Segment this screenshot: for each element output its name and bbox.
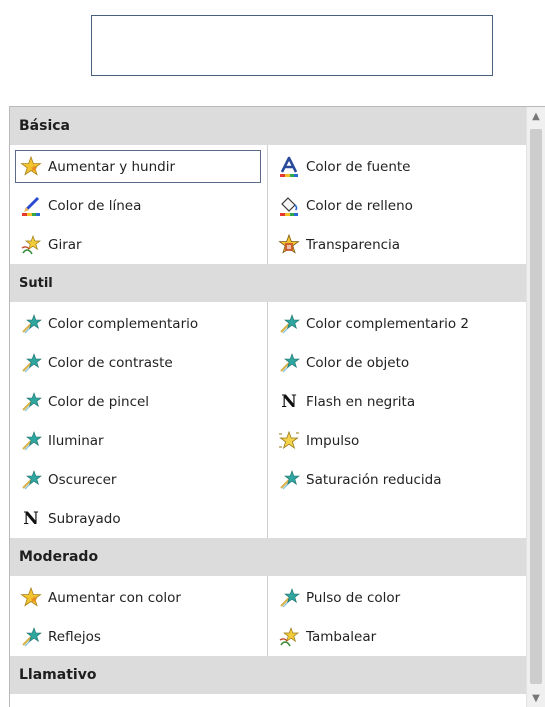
effect-item[interactable]: N Flash en negrita [268,382,526,421]
effect-item[interactable]: Girar [10,225,267,264]
section-grid: Color complementario Color de contraste Co… [10,302,527,538]
effect-item[interactable]: Color de objeto [268,343,526,382]
effect-label: Color de relleno [306,197,413,214]
effect-label: Girar [48,236,82,253]
selected-effect-highlight: Aumentar y hundir [15,150,261,183]
effect-item[interactable]: Saturación reducida [268,460,526,499]
effect-item[interactable]: Iluminar [10,421,267,460]
effect-item[interactable]: N Subrayado [10,499,267,538]
star-effect-icon [20,626,42,648]
effect-item[interactable]: Color complementario [10,304,267,343]
effect-label: Pulso de color [306,589,401,606]
right-column: Pulso de color Tambalear [268,576,526,656]
effect-item[interactable]: Tambalear [268,617,526,656]
effect-label: Color de objeto [306,354,410,371]
left-column: Aumentar con color Reflejos [10,576,268,656]
fill-color-icon [278,195,300,217]
scroll-up-arrow-icon[interactable]: ▲ [527,107,545,126]
transparency-icon [278,233,300,256]
effect-label: Impulso [306,432,360,449]
section-header: Básica [10,107,527,145]
star-effect-icon [20,469,42,491]
effect-label: Color de línea [48,197,142,214]
effect-item[interactable]: Transparencia [268,225,526,264]
effect-label: Saturación reducida [306,471,442,488]
right-column: Color complementario 2 Color de objeto N Fl… [268,302,526,538]
bold-n-icon: N [23,508,39,529]
section-header: Sutil [10,264,527,302]
effect-item[interactable]: Pulso de color [268,578,526,617]
star-effect-icon [278,313,300,335]
effect-label: Color complementario 2 [306,315,470,332]
effect-item[interactable]: Color de línea [10,186,267,225]
star-effect-icon [20,352,42,374]
star-effect-icon [20,313,42,335]
effect-label: Oscurecer [48,471,117,488]
effect-label: Transparencia [306,236,401,253]
scroll-down-arrow-icon[interactable]: ▼ [527,689,545,707]
effect-item[interactable]: Reflejos [10,617,267,656]
effect-label: Iluminar [48,432,104,449]
effect-item[interactable]: Color de pincel [10,382,267,421]
grow-shrink-icon [20,155,42,178]
effect-label: Reflejos [48,628,101,645]
spin-icon [20,234,42,256]
section-header: Llamativo [10,656,527,694]
star-effect-icon [20,430,42,452]
effect-item[interactable]: Color de contraste [10,343,267,382]
effect-label: Color complementario [48,315,199,332]
effect-item[interactable]: Aumentar con color [10,578,267,617]
effect-item[interactable]: Aumentar y hundir [10,147,267,186]
left-column: Aumentar y hundir Color de línea Girar [10,145,268,264]
effect-item[interactable]: Impulso [268,421,526,460]
effect-preview-box [91,15,493,76]
effect-item[interactable]: Oscurecer [10,460,267,499]
effect-label: Aumentar y hundir [48,158,176,175]
pulse-star-icon [278,430,300,452]
effect-label: Flash en negrita [306,393,416,410]
section-grid: Aumentar con color Reflejos Pulso de color… [10,576,527,656]
effects-list: Básica Aumentar y hundir Color de línea Gir… [10,107,527,694]
effect-label: Color de contraste [48,354,173,371]
section-header: Moderado [10,538,527,576]
section-grid: Aumentar y hundir Color de línea Girar Colo… [10,145,527,264]
effects-list-panel: Básica Aumentar y hundir Color de línea Gir… [9,106,545,707]
star-effect-icon [278,469,300,491]
effect-item[interactable]: Color complementario 2 [268,304,526,343]
effect-label: Color de pincel [48,393,150,410]
effect-label: Color de fuente [306,158,411,175]
spin-icon [278,626,300,648]
bold-n-icon: N [281,391,297,412]
effect-item[interactable]: Color de relleno [268,186,526,225]
line-color-icon [20,195,42,217]
effect-label: Subrayado [48,510,121,527]
scrollbar-thumb[interactable] [530,129,542,684]
font-color-icon [278,156,300,178]
effect-label: Tambalear [306,628,377,645]
star-effect-icon [278,352,300,374]
left-column: Color complementario Color de contraste Co… [10,302,268,538]
vertical-scrollbar[interactable]: ▲ ▼ [526,107,545,707]
right-column: Color de fuente Color de relleno Transpare… [268,145,526,264]
star-effect-icon [278,587,300,609]
effect-item[interactable]: Color de fuente [268,147,526,186]
effect-label: Aumentar con color [48,589,181,606]
star-effect-icon [20,391,42,413]
grow-shrink-icon [20,586,42,609]
